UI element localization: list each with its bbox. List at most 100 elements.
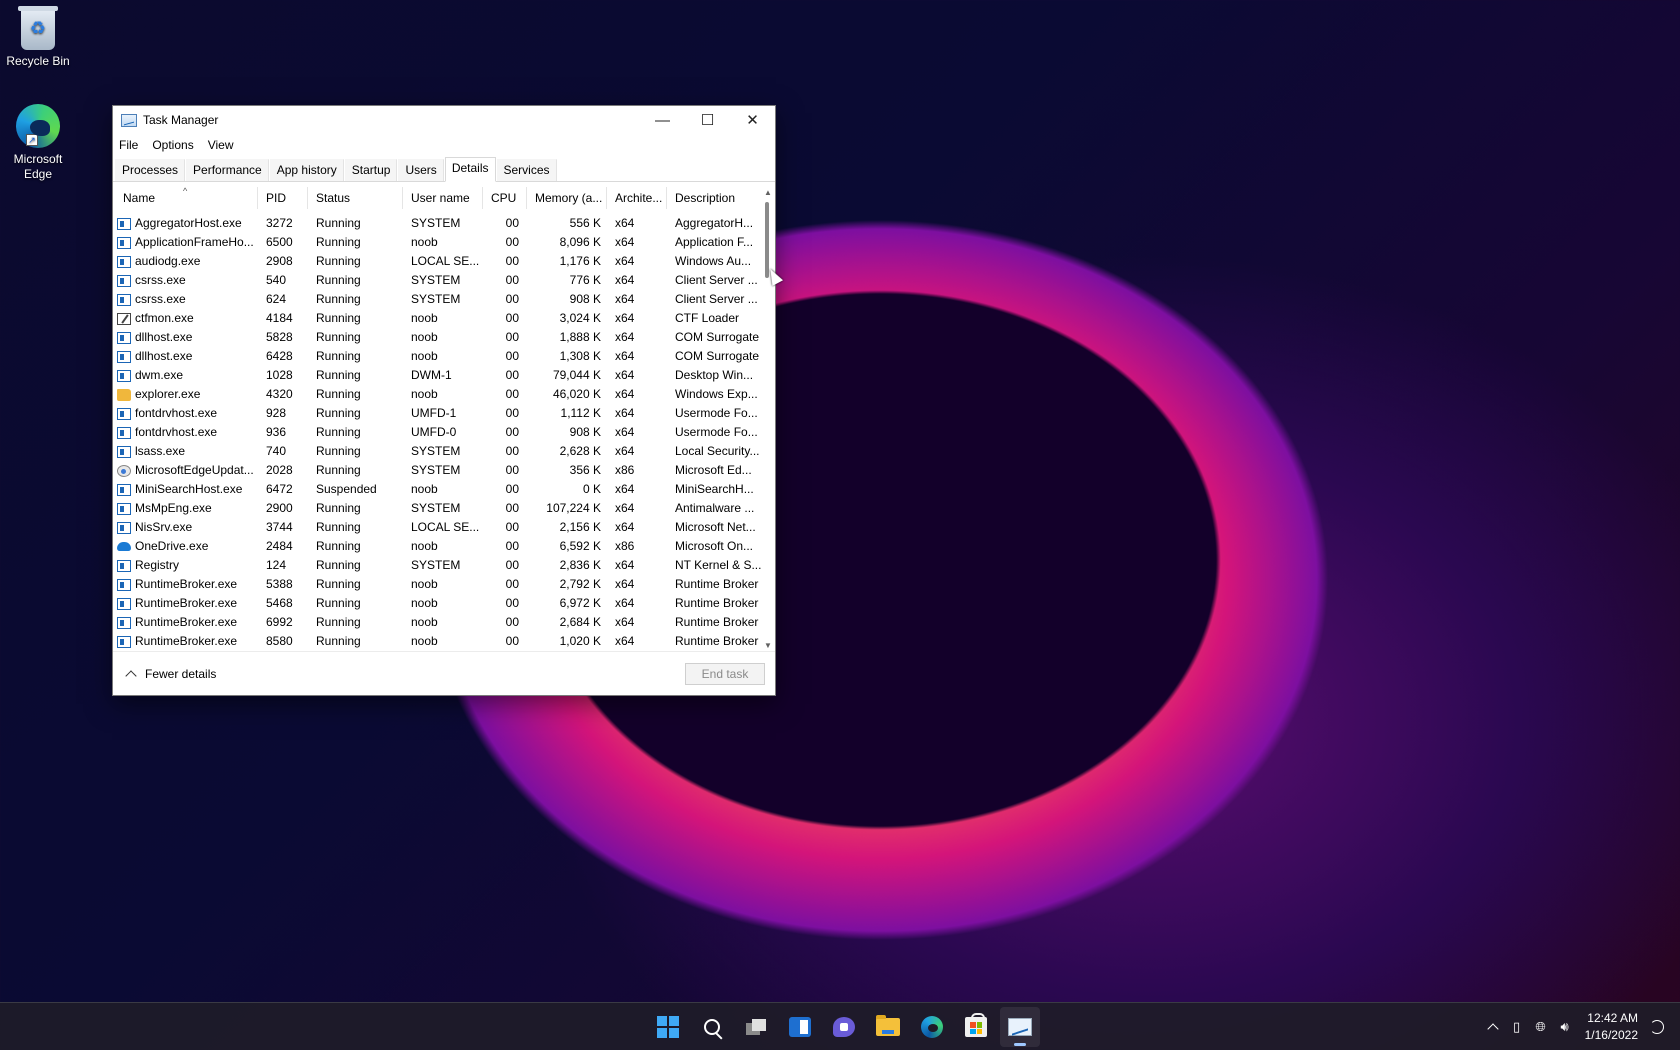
tab-app-history[interactable]: App history xyxy=(269,159,344,181)
process-architecture: x64 xyxy=(615,634,635,648)
table-row[interactable]: explorer.exe 4320 Running noob 00 46,020 K x64… xyxy=(113,385,775,404)
process-user: noob xyxy=(411,387,438,401)
volume-icon[interactable]: 🔊︎ xyxy=(1553,1019,1577,1035)
table-row[interactable]: fontdrvhost.exe 936 Running UMFD-0 00 908 K x6… xyxy=(113,423,775,442)
tab-startup[interactable]: Startup xyxy=(344,159,398,181)
table-row[interactable]: lsass.exe 740 Running SYSTEM 00 2,628 K x64 Loc… xyxy=(113,442,775,461)
column-architecture[interactable]: Archite... xyxy=(607,187,667,209)
title-bar[interactable]: Task Manager — ☐ ✕ xyxy=(113,106,775,134)
close-button[interactable]: ✕ xyxy=(730,106,775,134)
network-globe-icon[interactable]: 🌐︎ xyxy=(1529,1019,1553,1035)
notification-icon[interactable] xyxy=(1650,1020,1664,1034)
show-hidden-icons-chevron-icon[interactable] xyxy=(1486,1023,1499,1035)
process-description: Microsoft On... xyxy=(675,539,754,553)
widgets-button[interactable] xyxy=(780,1007,820,1047)
process-cpu: 00 xyxy=(505,539,519,553)
table-row[interactable]: RuntimeBroker.exe 6992 Running noob 00 2,684 … xyxy=(113,613,775,632)
file-explorer-button[interactable] xyxy=(868,1007,908,1047)
process-status: Running xyxy=(316,254,361,268)
table-row[interactable]: Registry 124 Running SYSTEM 00 2,836 K x64 NT K… xyxy=(113,556,775,575)
process-name-text: lsass.exe xyxy=(135,444,186,458)
table-row[interactable]: dwm.exe 1028 Running DWM-1 00 79,044 K x64 Desk… xyxy=(113,366,775,385)
minimize-button[interactable]: — xyxy=(640,106,685,134)
column-status[interactable]: Status xyxy=(308,187,403,209)
desktop-icon-recycle-bin[interactable]: Recycle Bin xyxy=(0,6,76,68)
tab-details[interactable]: Details xyxy=(444,157,496,182)
column-user-name[interactable]: User name xyxy=(403,187,483,209)
process-memory: 3,024 K xyxy=(559,311,601,325)
table-row[interactable]: dllhost.exe 5828 Running noob 00 1,888 K x64 CO… xyxy=(113,328,775,347)
process-name-text: AggregatorHost.exe xyxy=(135,216,242,230)
table-row[interactable]: AggregatorHost.exe 3272 Running SYSTEM 00 556… xyxy=(113,214,775,233)
tab-processes[interactable]: Processes xyxy=(115,159,186,181)
column-description[interactable]: Description xyxy=(667,187,767,209)
tablet-icon[interactable]: ▯ xyxy=(1505,1019,1529,1035)
process-memory: 2,836 K xyxy=(559,558,601,572)
process-cpu: 00 xyxy=(505,330,519,344)
column-cpu[interactable]: CPU xyxy=(483,187,527,209)
table-row[interactable]: ApplicationFrameHo... 6500 Running noob 00 8,… xyxy=(113,233,775,252)
fewer-details-label: Fewer details xyxy=(145,666,217,681)
menu-file[interactable]: File xyxy=(119,138,138,152)
scrollbar-thumb[interactable] xyxy=(765,202,769,278)
process-status: Running xyxy=(316,501,361,515)
process-description: Client Server ... xyxy=(675,292,758,306)
table-row[interactable]: dllhost.exe 6428 Running noob 00 1,308 K x64 CO… xyxy=(113,347,775,366)
column-pid[interactable]: PID xyxy=(258,187,308,209)
table-row[interactable]: ctfmon.exe 4184 Running noob 00 3,024 K x64 CTF… xyxy=(113,309,775,328)
table-row[interactable]: MiniSearchHost.exe 6472 Suspended noob 00 0 K… xyxy=(113,480,775,499)
table-row[interactable]: audiodg.exe 2908 Running LOCAL SE... 00 1,176… xyxy=(113,252,775,271)
process-user: LOCAL SE... xyxy=(411,254,480,268)
process-name: explorer.exe xyxy=(113,385,258,404)
table-row[interactable]: MicrosoftEdgeUpdat... 2028 Running SYSTEM 00… xyxy=(113,461,775,480)
process-description: Microsoft Net... xyxy=(675,520,756,534)
shortcut-arrow-icon: ↗ xyxy=(26,134,38,146)
column-memory[interactable]: Memory (a... xyxy=(527,187,607,209)
process-architecture: x86 xyxy=(615,463,635,477)
chat-button[interactable] xyxy=(824,1007,864,1047)
table-row[interactable]: RuntimeBroker.exe 8580 Running noob 00 1,020 … xyxy=(113,632,775,651)
table-row[interactable]: MsMpEng.exe 2900 Running SYSTEM 00 107,224 K x… xyxy=(113,499,775,518)
app-window-icon xyxy=(117,350,131,363)
menu-view[interactable]: View xyxy=(208,138,234,152)
table-row[interactable]: fontdrvhost.exe 928 Running UMFD-1 00 1,112 K… xyxy=(113,404,775,423)
edge-button[interactable] xyxy=(912,1007,952,1047)
process-name: lsass.exe xyxy=(113,442,258,461)
task-manager-button[interactable] xyxy=(1000,1007,1040,1047)
search-button[interactable] xyxy=(692,1007,732,1047)
table-row[interactable]: RuntimeBroker.exe 5388 Running noob 00 2,792 … xyxy=(113,575,775,594)
process-pid: 5828 xyxy=(266,330,293,344)
process-architecture: x64 xyxy=(615,311,635,325)
tab-services[interactable]: Services xyxy=(496,159,557,181)
table-row[interactable]: csrss.exe 624 Running SYSTEM 00 908 K x64 Clien… xyxy=(113,290,775,309)
table-row[interactable]: csrss.exe 540 Running SYSTEM 00 776 K x64 Clien… xyxy=(113,271,775,290)
task-view-button[interactable] xyxy=(736,1007,776,1047)
table-row[interactable]: OneDrive.exe 2484 Running noob 00 6,592 K x86 M… xyxy=(113,537,775,556)
process-name-text: MsMpEng.exe xyxy=(135,501,212,515)
tab-performance[interactable]: Performance xyxy=(186,159,269,181)
process-pid: 540 xyxy=(266,273,287,287)
scroll-up-icon[interactable]: ▲ xyxy=(761,186,775,200)
tab-users[interactable]: Users xyxy=(398,159,444,181)
process-memory: 2,628 K xyxy=(559,444,601,458)
end-task-button[interactable]: End task xyxy=(685,662,765,685)
table-row[interactable]: RuntimeBroker.exe 5468 Running noob 00 6,972 … xyxy=(113,594,775,613)
process-architecture: x64 xyxy=(615,349,635,363)
process-name-text: RuntimeBroker.exe xyxy=(135,615,238,629)
process-user: noob xyxy=(411,596,438,610)
process-name: dllhost.exe xyxy=(113,328,258,347)
store-button[interactable] xyxy=(956,1007,996,1047)
vertical-scrollbar[interactable]: ▲ ▼ xyxy=(761,186,775,653)
menu-bar: File Options View xyxy=(113,134,775,156)
maximize-button[interactable]: ☐ xyxy=(685,106,730,134)
update-icon xyxy=(117,464,131,477)
start-button[interactable] xyxy=(648,1007,688,1047)
process-memory: 6,972 K xyxy=(559,596,601,610)
desktop-icon-edge[interactable]: ↗ Microsoft Edge xyxy=(0,104,76,182)
menu-options[interactable]: Options xyxy=(152,138,193,152)
fewer-details-button[interactable]: Fewer details xyxy=(125,666,685,682)
process-user: SYSTEM xyxy=(411,558,461,572)
clock[interactable]: 12:42 AM 1/16/2022 xyxy=(1585,1010,1638,1044)
process-user: UMFD-0 xyxy=(411,425,457,439)
table-row[interactable]: NisSrv.exe 3744 Running LOCAL SE... 00 2,156 … xyxy=(113,518,775,537)
